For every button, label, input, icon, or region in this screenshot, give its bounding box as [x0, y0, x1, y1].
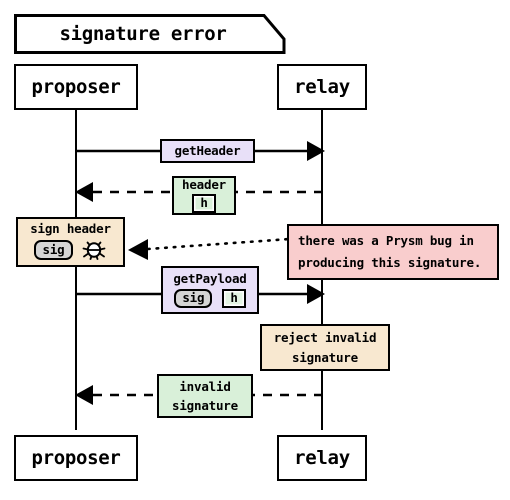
participant-relay-bottom[interactable]: relay	[277, 435, 367, 481]
bug-icon	[83, 241, 106, 260]
page-title: signature error	[59, 23, 227, 45]
note-line-1: there was a Prysm bug in	[298, 233, 474, 248]
activation-sign-header[interactable]: sign header sig	[16, 217, 125, 267]
payload-chip-h: h	[222, 289, 246, 308]
message-line-2: signature	[172, 398, 238, 413]
message-label-get-header[interactable]: getHeader	[160, 139, 255, 163]
participant-proposer-bottom[interactable]: proposer	[14, 435, 138, 481]
payload-chip-sig: sig	[33, 239, 74, 261]
note-line-2: producing this signature.	[298, 254, 482, 270]
connector-prysm-bug-note	[128, 237, 292, 260]
payload-chip-h: h	[192, 194, 216, 213]
activation-reject-invalid-signature[interactable]: reject invalid signature	[260, 324, 390, 371]
participant-label: relay	[294, 76, 350, 98]
diagram-title-banner: signature error	[14, 14, 286, 54]
activation-line-1: reject invalid	[273, 330, 377, 346]
note-prysm-bug[interactable]: there was a Prysm bug in producing this …	[287, 224, 499, 280]
message-label-get-payload[interactable]: getPayload sig h	[161, 266, 259, 314]
participant-relay-top[interactable]: relay	[277, 64, 367, 110]
participant-label: proposer	[31, 447, 121, 469]
participant-label: relay	[294, 447, 350, 469]
activation-line-2: signature	[292, 349, 358, 365]
message-text: getHeader	[174, 143, 241, 159]
payload-chip-sig: sig	[174, 289, 213, 308]
note-text-block: there was a Prysm bug in producing this …	[289, 233, 497, 270]
get-payload-chips: sig h	[174, 289, 246, 308]
message-text: getPayload	[173, 271, 247, 287]
message-text: header	[182, 177, 226, 193]
message-line-1: invalid	[179, 378, 231, 394]
activation-label: sign header	[30, 220, 111, 236]
sign-header-row: sig	[33, 238, 108, 262]
sequence-diagram-canvas: signature error proposer relay getHeader…	[0, 0, 510, 500]
participant-proposer-top[interactable]: proposer	[14, 64, 138, 110]
message-label-invalid-signature[interactable]: invalid signature	[157, 374, 253, 418]
message-label-header-response[interactable]: header h	[172, 176, 236, 215]
participant-label: proposer	[31, 76, 121, 98]
